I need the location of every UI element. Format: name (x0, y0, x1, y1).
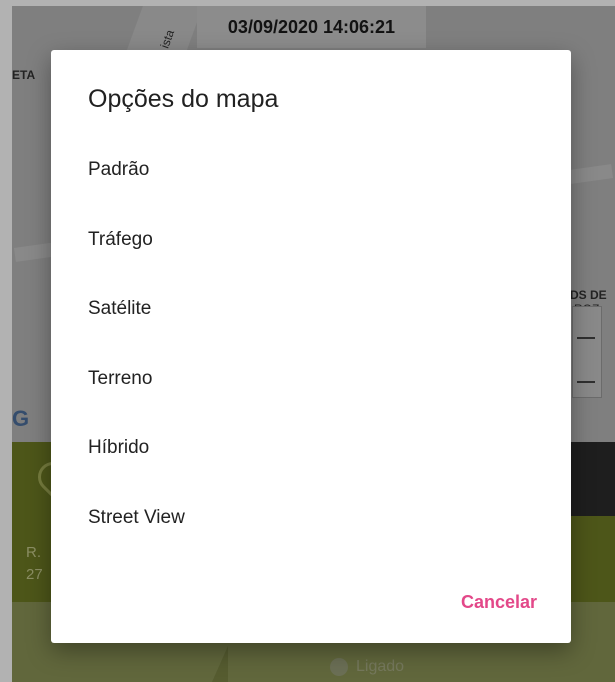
option-satelite[interactable]: Satélite (88, 289, 151, 329)
option-trafego[interactable]: Tráfego (88, 220, 153, 260)
option-terreno[interactable]: Terreno (88, 359, 152, 399)
map-options-dialog: Opções do mapa Padrão Tráfego Satélite T… (51, 50, 571, 643)
option-street-view[interactable]: Street View (88, 498, 185, 538)
cancel-button[interactable]: Cancelar (461, 592, 537, 613)
option-hibrido[interactable]: Híbrido (88, 428, 149, 468)
dialog-title: Opções do mapa (88, 85, 279, 113)
option-padrao[interactable]: Padrão (88, 150, 149, 190)
